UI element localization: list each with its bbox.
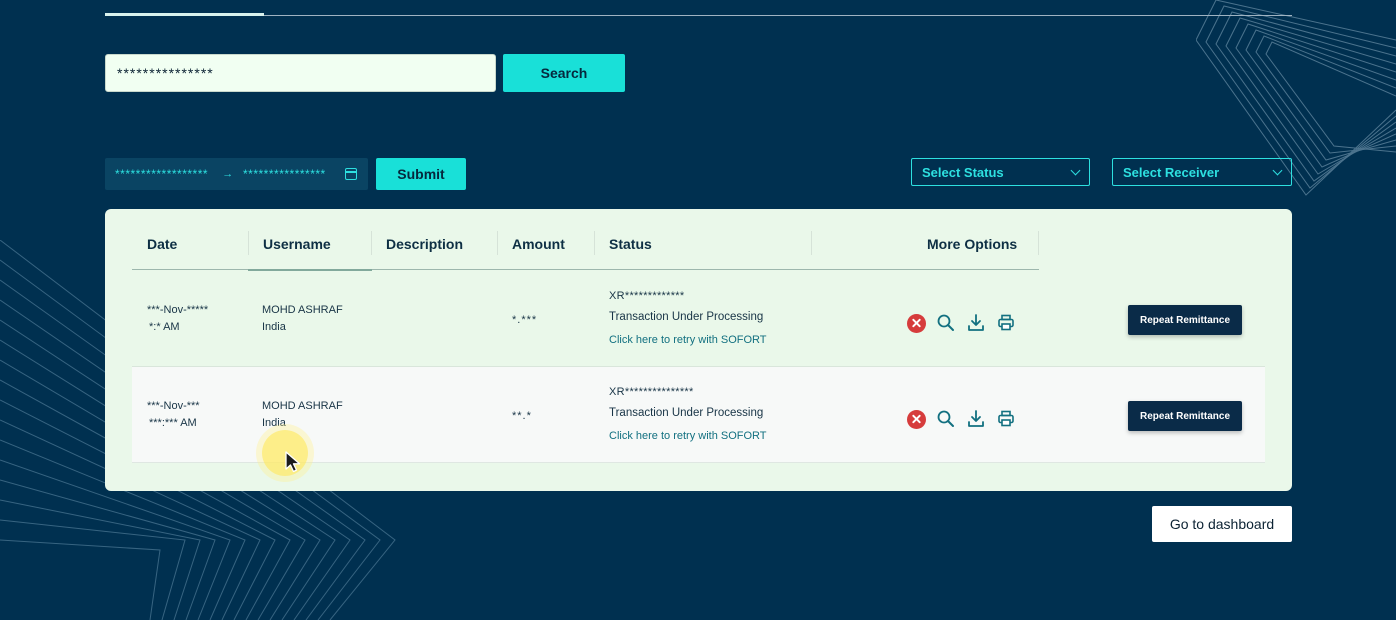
repeat-remittance-button[interactable]: Repeat Remittance	[1128, 401, 1242, 431]
download-icon[interactable]	[966, 409, 986, 429]
column-separator	[811, 231, 812, 255]
calendar-icon[interactable]	[345, 168, 357, 180]
search-button[interactable]: Search	[503, 54, 625, 92]
row-date-time: ***:*** AM	[149, 417, 197, 429]
cursor-icon	[285, 451, 301, 473]
tab-underline	[105, 15, 1292, 16]
repeat-remittance-button[interactable]: Repeat Remittance	[1128, 305, 1242, 335]
chevron-down-icon	[1070, 165, 1081, 175]
row-country: India	[262, 321, 286, 333]
row-amount: **.*	[512, 410, 532, 422]
tab-active-indicator	[105, 13, 264, 16]
row-actions	[907, 409, 1016, 429]
row-actions	[907, 313, 1016, 333]
row-date-day: ***-Nov-***	[147, 400, 200, 412]
date-to[interactable]: ****************	[243, 167, 335, 181]
column-separator	[497, 231, 498, 255]
receiver-select-label: Select Receiver	[1123, 164, 1220, 180]
row-status-text: Transaction Under Processing	[609, 407, 764, 419]
print-icon[interactable]	[996, 313, 1016, 333]
column-header-description: Description	[386, 236, 464, 252]
go-to-dashboard-button[interactable]: Go to dashboard	[1152, 506, 1292, 542]
row-date: ***-Nov-*** ***:*** AM	[147, 398, 200, 432]
retry-sofort-link[interactable]: Click here to retry with SOFORT	[609, 426, 767, 447]
receiver-select[interactable]: Select Receiver	[1112, 158, 1292, 186]
print-icon[interactable]	[996, 409, 1016, 429]
column-header-date: Date	[147, 236, 178, 252]
row-username: MOHD ASHRAF	[262, 304, 343, 316]
row-status: XR*************** Transaction Under Proc…	[609, 382, 767, 447]
retry-sofort-link[interactable]: Click here to retry with SOFORT	[609, 330, 767, 351]
row-reference: XR*************	[609, 290, 685, 302]
chevron-down-icon	[1272, 165, 1283, 175]
date-from[interactable]: ******************	[115, 167, 213, 181]
row-date-day: ***-Nov-*****	[147, 304, 209, 316]
row-country: India	[262, 417, 286, 429]
date-arrow: →	[222, 168, 234, 180]
search-icon[interactable]	[936, 409, 956, 429]
status-select[interactable]: Select Status	[911, 158, 1090, 186]
table-row: ***-Nov-***** *:* AM MOHD ASHRAF India *…	[132, 271, 1265, 367]
row-date-time: *:* AM	[149, 321, 180, 333]
download-icon[interactable]	[966, 313, 986, 333]
row-user: MOHD ASHRAF India	[262, 302, 343, 336]
column-separator	[248, 231, 249, 255]
column-header-username: Username	[263, 236, 331, 252]
column-header-amount: Amount	[512, 236, 565, 252]
date-range-picker[interactable]: ****************** → ****************	[105, 158, 368, 190]
status-select-label: Select Status	[922, 164, 1004, 180]
search-input[interactable]	[105, 54, 496, 92]
search-icon[interactable]	[936, 313, 956, 333]
column-header-more-options: More Options	[927, 236, 1018, 252]
submit-button[interactable]: Submit	[376, 158, 466, 190]
cancel-icon[interactable]	[907, 409, 926, 429]
column-header-status: Status	[609, 236, 652, 252]
cancel-icon[interactable]	[907, 313, 926, 333]
column-separator	[1038, 231, 1039, 255]
row-status: XR************* Transaction Under Proces…	[609, 286, 767, 351]
row-status-text: Transaction Under Processing	[609, 311, 764, 323]
row-date: ***-Nov-***** *:* AM	[147, 302, 208, 336]
row-amount: *.***	[512, 314, 538, 326]
row-username: MOHD ASHRAF	[262, 400, 343, 412]
row-user: MOHD ASHRAF India	[262, 398, 343, 432]
column-separator	[371, 231, 372, 255]
row-reference: XR***************	[609, 386, 694, 398]
column-separator	[594, 231, 595, 255]
